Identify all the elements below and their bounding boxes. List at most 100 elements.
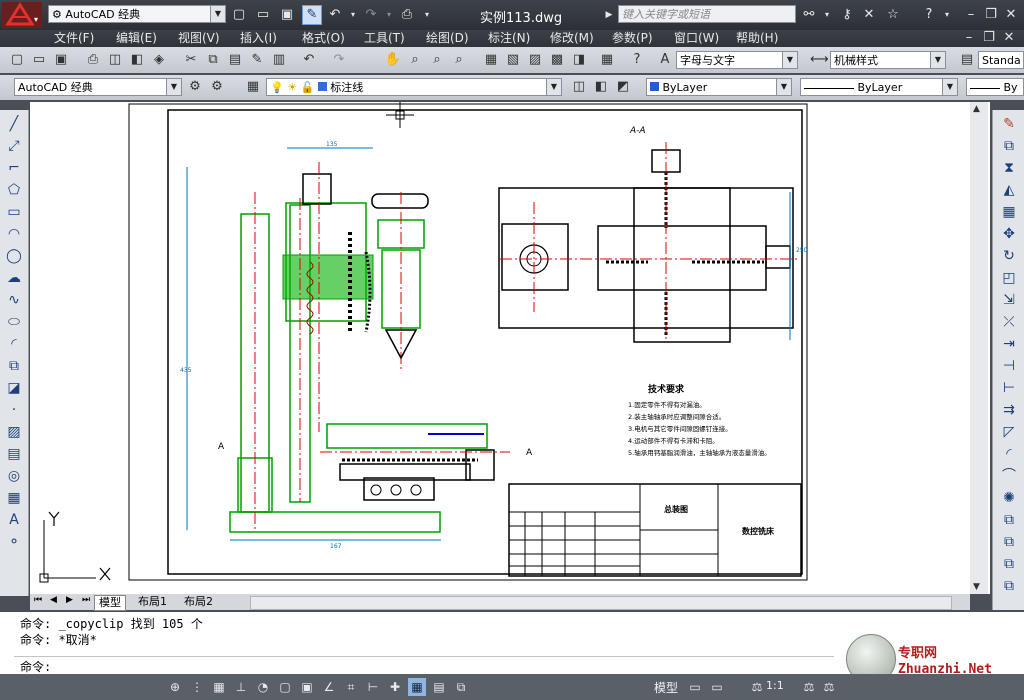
infer-constraints-icon[interactable]: ⊕ [166,678,184,696]
text-style-select[interactable]: 字母与文字 ▼ [676,51,798,69]
polar-tracking-icon[interactable]: ◔ [254,678,272,696]
menu-draw[interactable]: 绘图(D) [426,31,469,46]
draworder-back-icon[interactable]: ⧉ [999,554,1019,574]
drawing-canvas[interactable]: 135 435 167 A A A-A 250 技术要求 1.固定零件不得有对漏… [30,102,990,594]
undo-icon[interactable]: ↶ [326,6,344,24]
doc-restore-icon[interactable]: ❐ [980,30,998,46]
layer-manager-icon[interactable]: ▦ [244,78,262,96]
offset-icon[interactable]: ◭ [999,180,1019,200]
minimize-icon[interactable]: – [962,6,980,24]
spline-icon[interactable]: ∿ [4,290,24,310]
annotation-scale-value[interactable]: 1:1 [766,679,784,692]
trim-icon[interactable]: ⤫ [999,312,1019,332]
menu-window[interactable]: 窗口(W) [674,31,719,46]
exchange-icon[interactable]: ✕ [860,6,878,24]
auto-scale-icon[interactable]: ⚖ [820,678,838,696]
linetype-select[interactable]: ByLayer ▼ [800,78,958,96]
menu-view[interactable]: 视图(V) [178,31,220,46]
dim-style-icon[interactable]: ⟷ [810,51,829,69]
menu-modify[interactable]: 修改(M) [550,31,594,46]
search-input[interactable]: 键入关键字或短语 [618,5,796,23]
quickcalc-icon[interactable]: ▦ [598,51,616,69]
table-icon[interactable]: ▦ [4,488,24,508]
layer-select[interactable]: 💡 ☀ 🔓 标注线 ▼ [266,78,562,96]
add-selected-icon[interactable]: ⚬ [4,532,24,552]
close-icon[interactable]: ✕ [1002,6,1020,24]
draworder-front-icon[interactable]: ⧉ [999,532,1019,552]
help-icon-2[interactable]: ? [628,51,646,69]
redo-dropdown-icon[interactable]: ▾ [380,6,398,24]
doc-minimize-icon[interactable]: – [960,30,978,46]
quick-view-drawings-icon[interactable]: ▭ [708,678,726,696]
pan-icon[interactable]: ✋ [384,51,402,69]
make-block-icon[interactable]: ◪ [4,378,24,398]
annotation-visibility-icon[interactable]: ⚖ [800,678,818,696]
snap-mode-icon[interactable]: ⋮ [188,678,206,696]
help-icon[interactable]: ? [920,6,938,24]
annotation-scale-icon[interactable]: ⚖ [748,678,766,696]
copy-object-icon[interactable]: ⧉ [999,136,1019,156]
tab-nav-last-icon[interactable]: ⏭ [82,595,90,605]
match-properties-icon[interactable]: ✎ [248,51,266,69]
publish-icon[interactable]: ◧ [128,51,146,69]
insert-block-icon[interactable]: ⧉ [4,356,24,376]
undo-icon-2[interactable]: ↶ [300,51,318,69]
layer-state-icon[interactable]: ◩ [614,78,632,96]
chamfer-icon[interactable]: ◸ [999,422,1019,442]
ortho-mode-icon[interactable]: ⊥ [232,678,250,696]
key-icon[interactable]: ⚷ [838,6,856,24]
menu-file[interactable]: 文件(F) [54,31,94,46]
stretch-icon[interactable]: ⇲ [999,290,1019,310]
scale-icon[interactable]: ◰ [999,268,1019,288]
restore-icon[interactable]: ❐ [982,6,1000,24]
undo-dropdown-icon[interactable]: ▾ [344,6,362,24]
save-icon[interactable]: ▣ [278,6,296,24]
menu-help[interactable]: 帮助(H) [736,31,778,46]
dynamic-input-icon[interactable]: ⊢ [364,678,382,696]
binoculars-icon[interactable]: ⚯ [800,6,818,24]
properties-icon[interactable]: ▦ [482,51,500,69]
vertical-scrollbar[interactable]: ▲ ▼ [970,102,988,594]
app-logo[interactable]: ▾ [2,2,42,28]
ellipse-arc-icon[interactable]: ◜ [4,334,24,354]
gradient-icon[interactable]: ▤ [4,444,24,464]
scroll-up-icon[interactable]: ▲ [973,104,980,114]
tab-layout2[interactable]: 布局2 [180,595,217,609]
construction-line-icon[interactable]: ⤢ [4,136,24,156]
table-style-select[interactable]: Standa [978,51,1024,69]
markup-icon[interactable]: ◨ [570,51,588,69]
zoom-realtime-icon[interactable]: ⌕ [406,51,424,69]
print-icon[interactable]: ⎙ [398,6,416,24]
revision-cloud-icon[interactable]: ☁ [4,268,24,288]
region-icon[interactable]: ◎ [4,466,24,486]
polyline-icon[interactable]: ⌐ [4,158,24,178]
paste-icon[interactable]: ▤ [226,51,244,69]
draworder-icon[interactable]: ⧉ [999,510,1019,530]
design-center-icon[interactable]: ▧ [504,51,522,69]
menu-parametric[interactable]: 参数(P) [612,31,653,46]
dynamic-ucs-icon[interactable]: ⌗ [342,678,360,696]
hatch-icon[interactable]: ▨ [4,422,24,442]
color-select[interactable]: ByLayer ▼ [646,78,792,96]
move-icon[interactable]: ✥ [999,224,1019,244]
menu-tools[interactable]: 工具(T) [364,31,405,46]
array-icon[interactable]: ▦ [999,202,1019,222]
plot-preview-icon[interactable]: ◫ [106,51,124,69]
grid-display-icon[interactable]: ▦ [210,678,228,696]
zoom-window-icon[interactable]: ⌕ [428,51,446,69]
table-style-icon[interactable]: ▤ [958,51,976,69]
tab-model[interactable]: 模型 [94,595,126,611]
save-icon-2[interactable]: ▣ [52,51,70,69]
menu-format[interactable]: 格式(O) [302,31,345,46]
blend-curves-icon[interactable]: ⌒ [999,466,1019,486]
copy-icon[interactable]: ⧉ [204,51,222,69]
point-icon[interactable]: · [4,400,24,420]
zoom-previous-icon[interactable]: ⌕ [450,51,468,69]
new-file-icon[interactable]: ▢ [230,6,248,24]
object-snap-tracking-icon[interactable]: ∠ [320,678,338,696]
transparency-icon[interactable]: ▦ [408,678,426,696]
search-expand-icon[interactable]: ▶ [600,6,618,24]
horizontal-scrollbar[interactable] [250,596,952,610]
quick-properties-icon[interactable]: ▤ [430,678,448,696]
sheet-set-icon[interactable]: ▩ [548,51,566,69]
